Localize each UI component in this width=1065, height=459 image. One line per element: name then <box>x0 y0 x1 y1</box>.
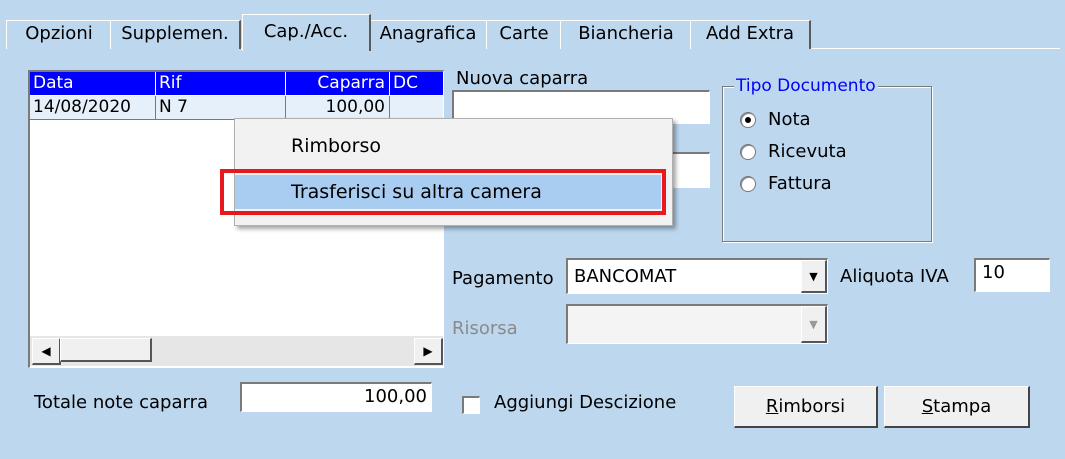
risorsa-select[interactable]: ▼ <box>566 304 828 344</box>
radio-nota-label[interactable]: Nota <box>768 109 811 130</box>
rimborsi-access-key: R <box>765 396 779 417</box>
radio-ricevuta-label[interactable]: Ricevuta <box>768 141 847 162</box>
tipo-documento-legend: Tipo Documento <box>734 76 878 96</box>
scroll-right-arrow-icon[interactable]: ▶ <box>414 338 443 365</box>
menu-item-trasferisci[interactable]: Trasferisci su altra camera <box>235 175 661 209</box>
risorsa-label: Risorsa <box>452 318 518 339</box>
radio-fattura-label[interactable]: Fattura <box>768 173 832 194</box>
aggiungi-descrizione-label[interactable]: Aggiungi Descizione <box>494 392 676 413</box>
tipo-documento-group <box>722 86 932 242</box>
grid-cell-data[interactable]: 14/08/2020 <box>30 96 156 120</box>
tab-opzioni[interactable]: Opzioni <box>6 20 113 49</box>
pagamento-value: BANCOMAT <box>574 266 677 287</box>
grid-header-caparra[interactable]: Caparra <box>286 72 390 96</box>
context-menu: Rimborso Trasferisci su altra camera <box>234 118 673 226</box>
grid-header-data[interactable]: Data <box>30 72 156 96</box>
scrollbar-thumb[interactable] <box>60 338 152 362</box>
tab-supplemen[interactable]: Supplemen. <box>110 20 241 49</box>
totale-label: Totale note caparra <box>34 392 209 413</box>
tab-biancheria[interactable]: Biancheria <box>560 20 693 49</box>
horizontal-scrollbar[interactable]: ◀ ▶ <box>30 336 443 366</box>
menu-item-rimborso[interactable]: Rimborso <box>235 129 672 163</box>
pagamento-select[interactable]: BANCOMAT ▼ <box>566 258 828 294</box>
grid-cell-rif[interactable]: N 7 <box>156 96 286 120</box>
tab-cap-acc[interactable]: Cap./Acc. <box>242 14 371 51</box>
radio-nota[interactable] <box>740 112 756 128</box>
pagamento-label: Pagamento <box>452 268 554 289</box>
grid-cell-caparra[interactable]: 100,00 <box>286 96 390 120</box>
chevron-down-icon[interactable]: ▼ <box>801 260 827 293</box>
rimborsi-button[interactable]: Rimborsi <box>734 386 878 428</box>
totale-value: 100,00 <box>240 382 432 412</box>
scroll-left-arrow-icon[interactable]: ◀ <box>32 338 61 365</box>
nuova-caparra-label: Nuova caparra <box>456 68 589 89</box>
radio-fattura[interactable] <box>740 176 756 192</box>
tab-carte[interactable]: Carte <box>486 20 563 49</box>
tab-anagrafica[interactable]: Anagrafica <box>368 20 489 49</box>
tab-bar: Opzioni Supplemen. Cap./Acc. Anagrafica … <box>0 0 1065 62</box>
tab-add-extra[interactable]: Add Extra <box>690 20 811 49</box>
radio-selected-dot-icon <box>745 117 751 123</box>
aliquota-label: Aliquota IVA <box>840 266 949 287</box>
grid-header-rif[interactable]: Rif <box>156 72 286 96</box>
stampa-button-label: tampa <box>933 396 992 417</box>
chevron-down-icon-disabled: ▼ <box>801 306 827 343</box>
radio-ricevuta[interactable] <box>740 144 756 160</box>
stampa-access-key: S <box>921 396 934 417</box>
aggiungi-descrizione-checkbox[interactable] <box>462 396 480 414</box>
aliquota-input[interactable]: 10 <box>974 258 1050 292</box>
grid-header-dc[interactable]: DC <box>390 72 443 96</box>
grid-cell-dc[interactable] <box>390 96 443 120</box>
rimborsi-button-label: imborsi <box>778 396 846 417</box>
stampa-button[interactable]: Stampa <box>884 386 1030 428</box>
